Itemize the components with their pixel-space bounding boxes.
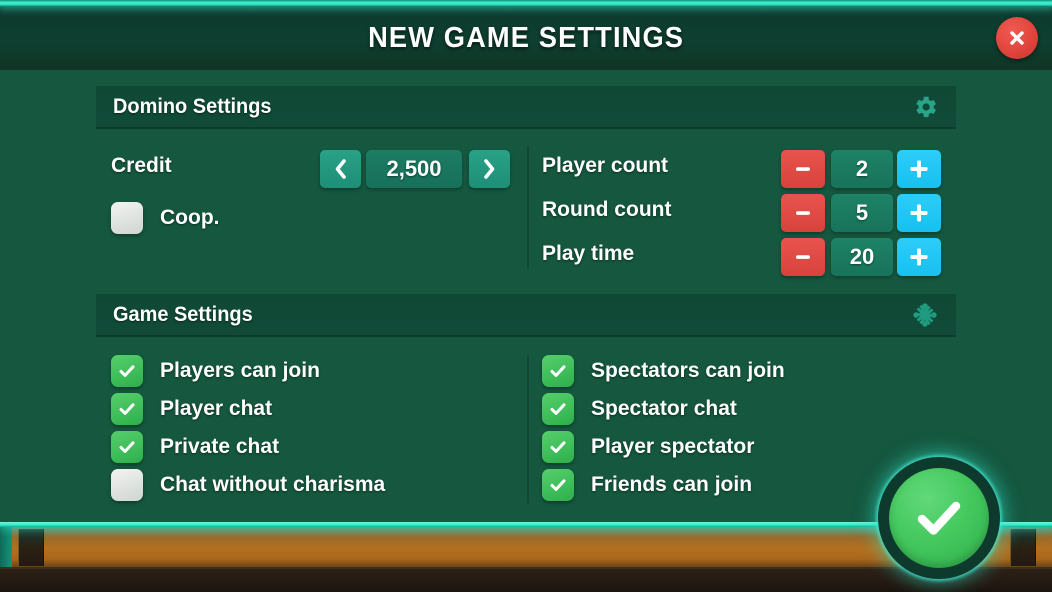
plus-icon (910, 160, 928, 178)
check-icon (119, 403, 135, 415)
check-icon (917, 501, 961, 535)
checkbox-players-can-join[interactable] (111, 355, 143, 387)
increase-round-count-button[interactable] (897, 194, 941, 232)
close-button[interactable] (996, 17, 1038, 59)
chevron-right-icon (484, 159, 495, 179)
check-icon (119, 441, 135, 453)
value-round-count: 5 (831, 194, 893, 232)
increase-player-count-button[interactable] (897, 150, 941, 188)
checkbox-label-chat-without-charisma: Chat without charisma (160, 473, 386, 496)
checkbox-label-player-chat: Player chat (160, 397, 273, 420)
gear-icon[interactable] (910, 92, 940, 122)
checkbox-row-private-chat[interactable]: Private chat (111, 431, 279, 463)
checkbox-coop[interactable] (111, 202, 143, 234)
section-title-domino: Domino Settings (113, 94, 272, 118)
credit-setting-row: Credit 2,500 (111, 150, 511, 188)
stepper-label-player-count: Player count (542, 154, 669, 177)
footer-slot-right (1010, 529, 1036, 566)
checkbox-label-players-can-join: Players can join (160, 359, 320, 382)
checkbox-row-chat-without-charisma[interactable]: Chat without charisma (111, 469, 385, 501)
dialog-content: Domino Settings Credit 2,500 Coop. Playe… (0, 70, 1052, 522)
plus-icon (910, 248, 928, 266)
decrease-round-count-button[interactable] (781, 194, 825, 232)
check-icon (550, 441, 566, 453)
checkbox-row-players-can-join[interactable]: Players can join (111, 355, 320, 387)
checkbox-row-player-spectator[interactable]: Player spectator (542, 431, 754, 463)
section-title-game: Game Settings (113, 302, 253, 326)
footer-left-edge (0, 527, 12, 567)
checkbox-friends-can-join[interactable] (542, 469, 574, 501)
checkbox-label-private-chat: Private chat (160, 435, 280, 458)
checkbox-label-coop: Coop. (160, 206, 220, 229)
decrease-player-count-button[interactable] (781, 150, 825, 188)
footer-shadow-strip (0, 567, 1052, 592)
page-title: NEW GAME SETTINGS (367, 21, 685, 54)
check-icon (119, 365, 135, 377)
checkbox-label-spectator-chat: Spectator chat (591, 397, 737, 420)
minus-icon (796, 255, 810, 259)
checkbox-row-friends-can-join[interactable]: Friends can join (542, 469, 752, 501)
top-neon-accent-line (0, 0, 1052, 7)
plus-icon (910, 204, 928, 222)
check-icon (550, 479, 566, 491)
checkbox-spectator-chat[interactable] (542, 393, 574, 425)
confirm-button[interactable] (878, 457, 1000, 579)
close-x-icon (1010, 31, 1024, 45)
checkbox-chat-without-charisma[interactable] (111, 469, 143, 501)
checkbox-private-chat[interactable] (111, 431, 143, 463)
check-icon (550, 403, 566, 415)
checkbox-label-spectators-can-join: Spectators can join (591, 359, 785, 382)
checkbox-row-spectator-chat[interactable]: Spectator chat (542, 393, 737, 425)
checkbox-player-spectator[interactable] (542, 431, 574, 463)
dialog-titlebar: NEW GAME SETTINGS (0, 6, 1052, 70)
credit-increase-button[interactable] (469, 150, 510, 188)
chevron-left-icon (335, 159, 346, 179)
stepper-label-round-count: Round count (542, 198, 672, 221)
checkbox-label-friends-can-join: Friends can join (591, 473, 753, 496)
checkbox-row-coop[interactable]: Coop. (111, 202, 219, 234)
stepper-label-play-time: Play time (542, 242, 635, 265)
checkbox-spectators-can-join[interactable] (542, 355, 574, 387)
increase-play-time-button[interactable] (897, 238, 941, 276)
section-header-domino-settings: Domino Settings (96, 86, 956, 129)
checkbox-label-player-spectator: Player spectator (591, 435, 755, 458)
minus-icon (796, 167, 810, 171)
checkbox-row-player-chat[interactable]: Player chat (111, 393, 272, 425)
checkbox-row-spectators-can-join[interactable]: Spectators can join (542, 355, 785, 387)
section-header-game-settings: Game Settings (96, 294, 956, 337)
confirm-button-face (889, 468, 989, 568)
footer-slot-left (18, 529, 44, 566)
decrease-play-time-button[interactable] (781, 238, 825, 276)
credit-label: Credit (111, 154, 172, 177)
check-icon (550, 365, 566, 377)
value-play-time: 20 (831, 238, 893, 276)
column-divider-domino (527, 146, 529, 268)
column-divider-game (527, 355, 529, 503)
checkbox-player-chat[interactable] (111, 393, 143, 425)
minus-icon (796, 211, 810, 215)
new-game-settings-dialog: NEW GAME SETTINGS Domino Settings Credit (0, 0, 1052, 592)
value-player-count: 2 (831, 150, 893, 188)
credit-decrease-button[interactable] (320, 150, 361, 188)
credit-value[interactable]: 2,500 (366, 150, 462, 188)
puzzle-icon[interactable] (910, 300, 940, 330)
